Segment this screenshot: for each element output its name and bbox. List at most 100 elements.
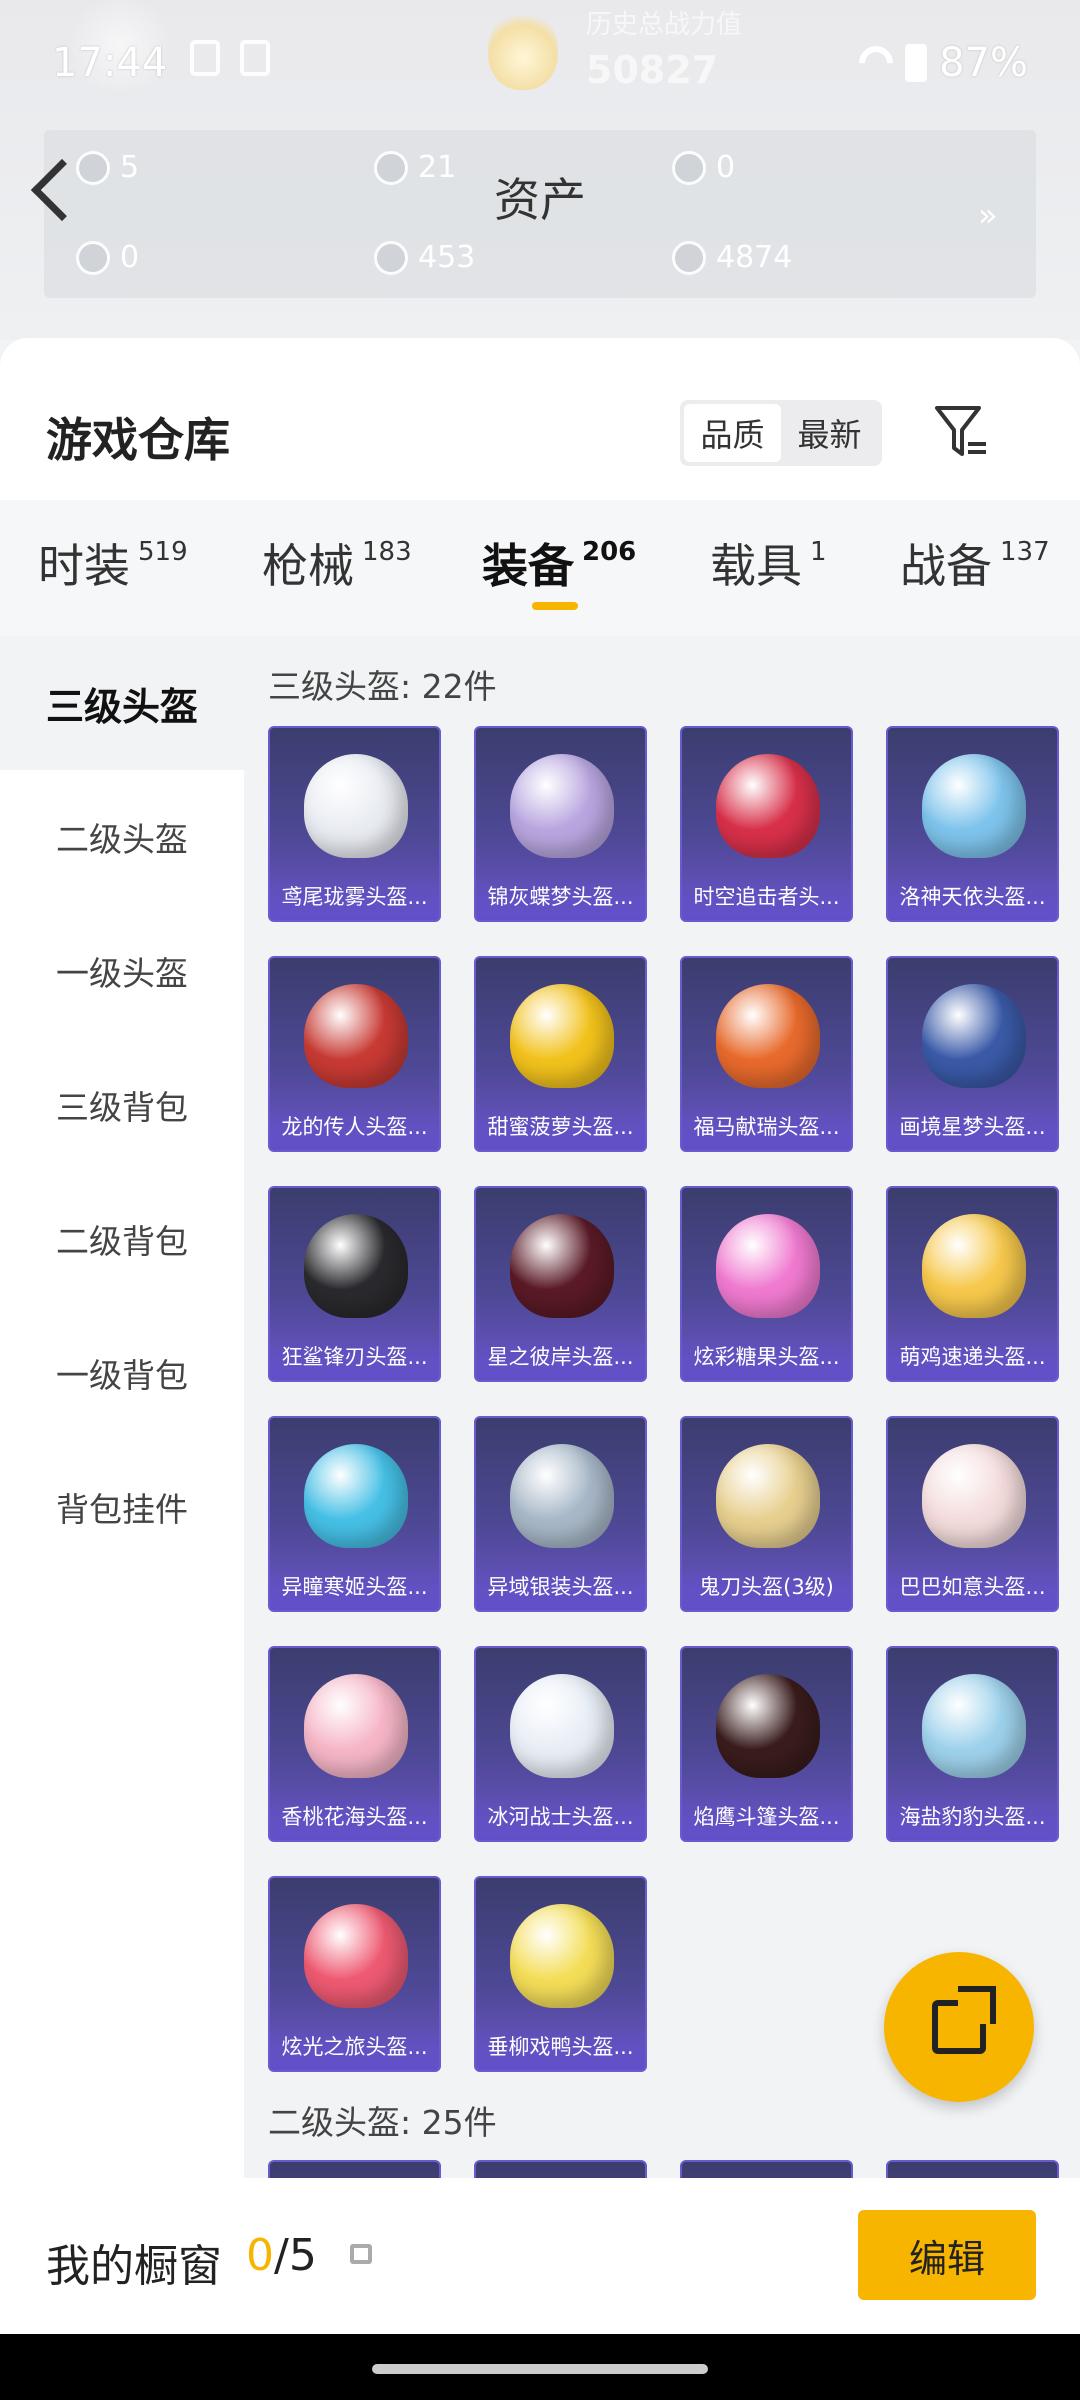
item-tile[interactable]: 异域银装头盔...: [474, 1416, 647, 1612]
item-tile[interactable]: [680, 2160, 853, 2178]
sidebar-item-level3-backpack[interactable]: 三级背包: [0, 1038, 244, 1172]
tab-fashion[interactable]: 时装 519: [38, 530, 188, 596]
asset-value: 0: [120, 240, 140, 275]
item-tile[interactable]: 萌鸡速递头盔...: [886, 1186, 1059, 1382]
item-tile[interactable]: 异瞳寒姬头盔...: [268, 1416, 441, 1612]
tab-supplies[interactable]: 战备 137: [900, 530, 1050, 596]
helmet-icon: [922, 1214, 1026, 1318]
item-name: 甜蜜菠萝头盔...: [476, 1104, 645, 1150]
item-tile[interactable]: 洛神天依头盔...: [886, 726, 1059, 922]
asset-item: 4874: [672, 240, 792, 275]
sidebar-item-level1-backpack[interactable]: 一级背包: [0, 1306, 244, 1440]
helmet-icon: [510, 984, 614, 1088]
tab-label: 时装: [38, 539, 130, 593]
item-tile[interactable]: [268, 2160, 441, 2178]
tab-vehicles[interactable]: 载具 1: [710, 530, 827, 596]
helmet-icon: [304, 1674, 408, 1778]
battery-icon: [905, 44, 928, 82]
tab-label: 装备: [482, 539, 574, 593]
helmet-icon: [510, 1214, 614, 1318]
item-tile[interactable]: 焰鹰斗篷头盔...: [680, 1646, 853, 1842]
asset-title: 资产: [494, 173, 586, 227]
coin-icon: [374, 150, 408, 185]
edit-button[interactable]: 编辑: [858, 2210, 1036, 2300]
helmet-icon: [716, 1674, 820, 1778]
item-tile[interactable]: 甜蜜菠萝头盔...: [474, 956, 647, 1152]
item-name: 狂鲨锋刃头盔...: [270, 1334, 439, 1380]
chevron-right-icon[interactable]: »: [978, 196, 998, 234]
asset-value: 5: [120, 150, 140, 185]
sort-newest-button[interactable]: 最新: [781, 404, 878, 462]
ticket-icon: [76, 240, 110, 275]
item-tile[interactable]: 星之彼岸头盔...: [474, 1186, 647, 1382]
item-tile[interactable]: 炫彩糖果头盔...: [680, 1186, 853, 1382]
item-name: 垂柳戏鸭头盔...: [476, 2024, 645, 2070]
item-tile[interactable]: 巴巴如意头盔...: [886, 1416, 1059, 1612]
helmet-icon: [510, 1904, 614, 2008]
share-button[interactable]: [884, 1952, 1034, 2102]
asset-value: 4874: [716, 240, 793, 275]
item-name: 鸢尾珑雾头盔...: [270, 874, 439, 920]
item-tile[interactable]: 画境星梦头盔...: [886, 956, 1059, 1152]
sidebar-item-level2-helmet[interactable]: 二级头盔: [0, 770, 244, 904]
warehouse-title: 游戏仓库: [46, 413, 230, 467]
tab-equipment[interactable]: 装备 206: [482, 530, 636, 596]
tab-count: 137: [1000, 537, 1050, 567]
section-title-level2: 二级头盔: 25件: [268, 2103, 497, 2142]
tab-count: 519: [138, 537, 188, 567]
item-tile[interactable]: 鬼刀头盔(3级): [680, 1416, 853, 1612]
asset-item: 0: [76, 240, 139, 275]
item-name: 冰河战士头盔...: [476, 1794, 645, 1840]
sidebar-item-level3-helmet[interactable]: 三级头盔: [0, 636, 244, 770]
status-bar: 17:44 87%: [0, 0, 1080, 130]
notification-icons: [190, 40, 270, 76]
helmet-icon: [716, 754, 820, 858]
item-tile[interactable]: 炫光之旅头盔...: [268, 1876, 441, 2072]
asset-value: 0: [716, 150, 736, 185]
filter-icon[interactable]: [934, 404, 988, 460]
item-tile[interactable]: [886, 2160, 1059, 2178]
sidebar-item-level2-backpack[interactable]: 二级背包: [0, 1172, 244, 1306]
sidebar-item-backpack-charm[interactable]: 背包挂件: [0, 1440, 244, 1574]
gem-icon: [374, 240, 408, 275]
item-tile[interactable]: 狂鲨锋刃头盔...: [268, 1186, 441, 1382]
item-tile[interactable]: 垂柳戏鸭头盔...: [474, 1876, 647, 2072]
asset-item: 0: [672, 150, 735, 185]
tab-label: 战备: [900, 539, 992, 593]
helmet-icon: [304, 1904, 408, 2008]
tab-label: 载具: [710, 539, 802, 593]
home-handle[interactable]: [372, 2364, 708, 2374]
helmet-icon: [304, 1214, 408, 1318]
sort-quality-button[interactable]: 品质: [684, 404, 781, 462]
battery-level: 87%: [939, 40, 1028, 86]
notification-icon: [240, 40, 270, 76]
helmet-icon: [304, 754, 408, 858]
sidebar-item-level1-helmet[interactable]: 一级头盔: [0, 904, 244, 1038]
item-tile[interactable]: 海盐豹豹头盔...: [886, 1646, 1059, 1842]
item-grid: 三级头盔: 22件 二级头盔: 25件 鸢尾珑雾头盔... 锦灰蝶梦头盔... 时空…: [244, 636, 1080, 2178]
item-tile[interactable]: 锦灰蝶梦头盔...: [474, 726, 647, 922]
item-name: 福马献瑞头盔...: [682, 1104, 851, 1150]
showcase-count: 0/5: [246, 2230, 317, 2281]
sidebar: 三级头盔 二级头盔 一级头盔 三级背包 二级背包 一级背包 背包挂件: [0, 636, 244, 2178]
lock-icon: [350, 2244, 372, 2264]
item-tile[interactable]: 香桃花海头盔...: [268, 1646, 441, 1842]
tab-count: 1: [810, 537, 827, 567]
item-name: 龙的传人头盔...: [270, 1104, 439, 1150]
item-tile[interactable]: 鸢尾珑雾头盔...: [268, 726, 441, 922]
item-tile[interactable]: 龙的传人头盔...: [268, 956, 441, 1152]
notification-icon: [190, 40, 220, 76]
helmet-icon: [716, 1214, 820, 1318]
tab-firearms[interactable]: 枪械 183: [262, 530, 412, 596]
item-name: 海盐豹豹头盔...: [888, 1794, 1057, 1840]
section-title-level3: 三级头盔: 22件: [268, 667, 497, 706]
item-tile[interactable]: 时空追击者头...: [680, 726, 853, 922]
item-tile[interactable]: 福马献瑞头盔...: [680, 956, 853, 1152]
item-name: 画境星梦头盔...: [888, 1104, 1057, 1150]
item-tile[interactable]: [474, 2160, 647, 2178]
item-tile[interactable]: 冰河战士头盔...: [474, 1646, 647, 1842]
helmet-icon: [922, 1444, 1026, 1548]
item-name: 洛神天依头盔...: [888, 874, 1057, 920]
item-name: 炫彩糖果头盔...: [682, 1334, 851, 1380]
wifi-icon: [852, 38, 901, 88]
